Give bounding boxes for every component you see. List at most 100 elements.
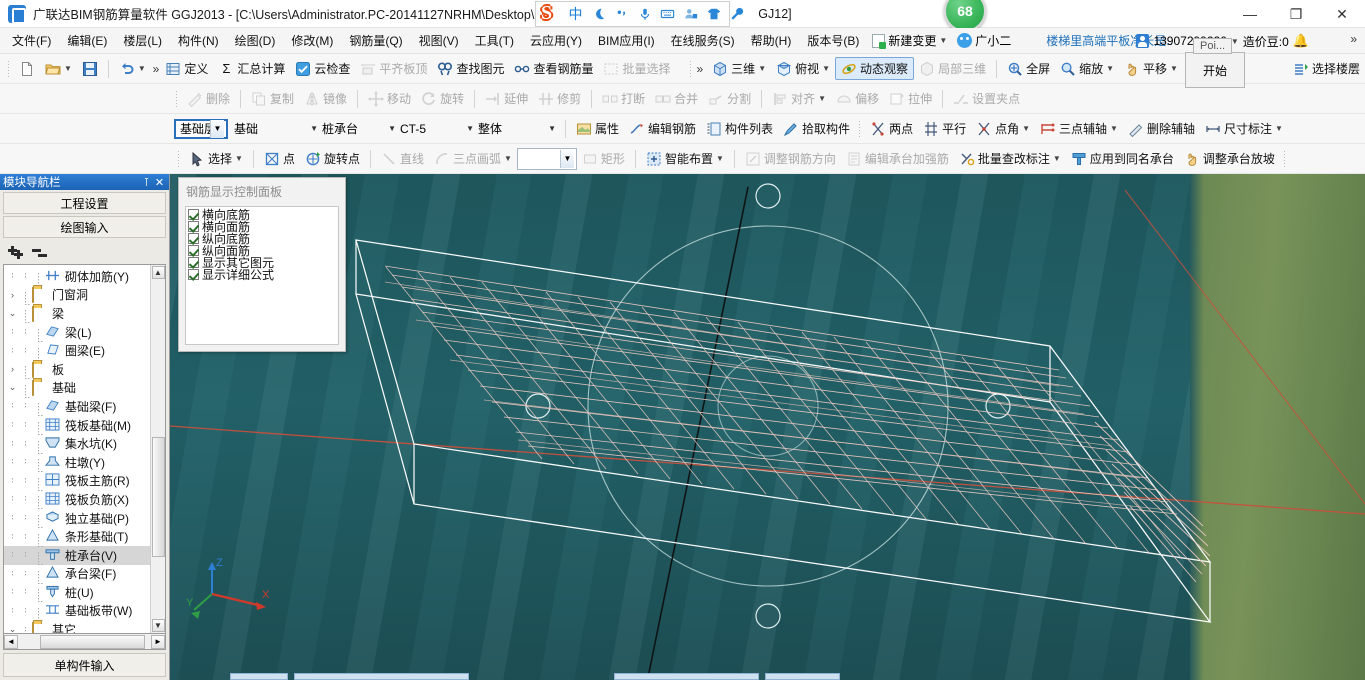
view-3d-button[interactable]: 三维 ▼ — [707, 58, 771, 79]
copy-button[interactable]: 复制 — [246, 88, 299, 109]
tree-toggle-icon[interactable]: ⌄ — [6, 382, 19, 393]
toolbar-modify-grip[interactable] — [175, 89, 179, 108]
batch-select-button[interactable]: 批量选择 — [598, 58, 675, 79]
tree-folder[interactable]: ⌄ 其它 — [4, 620, 150, 633]
delete-axis-button[interactable]: 删除辅轴 — [1123, 118, 1200, 139]
partial-3d-button[interactable]: 局部三维 — [914, 58, 991, 79]
tree-item[interactable]: 筏板负筋(X) — [4, 490, 150, 510]
arc-value-chevron-down-icon[interactable]: ▼ — [559, 149, 574, 168]
checkbox[interactable] — [188, 221, 199, 232]
open-chevron-down-icon[interactable]: ▼ — [64, 64, 72, 73]
scroll-down-button[interactable]: ▼ — [151, 619, 165, 632]
menu-overflow-icon[interactable]: » — [1350, 32, 1357, 46]
ime-moon-icon[interactable] — [588, 4, 609, 25]
checkbox[interactable] — [188, 269, 199, 280]
toolbar-draw-grip[interactable] — [177, 149, 181, 168]
sidebar-tab-drawing-input[interactable]: 绘图输入 — [3, 216, 166, 238]
ime-skin-icon[interactable] — [703, 4, 724, 25]
menu-edit[interactable]: 编辑(E) — [59, 29, 115, 52]
hscroll-track[interactable] — [18, 634, 151, 649]
new-change-button[interactable]: 新建变更 ▼ — [867, 30, 952, 51]
set-grip-button[interactable]: 设置夹点 — [948, 88, 1025, 109]
toolbar-grip[interactable] — [7, 59, 11, 78]
component-type-chevron-down-icon[interactable]: ▼ — [388, 124, 396, 133]
sidebar-tab-project-settings[interactable]: 工程设置 — [3, 192, 166, 214]
tree-item[interactable]: 筏板基础(M) — [4, 416, 150, 436]
checkbox[interactable] — [188, 233, 199, 244]
close-button[interactable]: ✕ — [1319, 0, 1365, 28]
top-view-button[interactable]: 俯视 ▼ — [771, 58, 835, 79]
component-list-button[interactable]: 构件列表 — [701, 118, 778, 139]
tree-item[interactable]: 柱墩(Y) — [4, 453, 150, 473]
menu-bim-app[interactable]: BIM应用(I) — [590, 29, 663, 52]
adjust-cap-slope-button[interactable]: 调整承台放坡 — [1179, 148, 1280, 169]
three-point-axis-button[interactable]: 三点辅轴 ▼ — [1035, 118, 1123, 139]
category-combo[interactable]: 基础 ▼ — [234, 119, 322, 139]
tree-toggle-icon[interactable]: › — [6, 290, 19, 300]
tree-item[interactable]: 桩(U) — [4, 583, 150, 603]
hscroll-thumb[interactable] — [40, 634, 145, 649]
dynamic-observe-button[interactable]: 动态观察 — [835, 57, 915, 80]
pan-button[interactable]: 平移 ▼ — [1119, 58, 1183, 79]
tree-item[interactable]: 圈梁(E) — [4, 341, 150, 361]
merge-button[interactable]: 合并 — [650, 88, 703, 109]
tree-horizontal-scrollbar[interactable]: ◄ ► — [3, 634, 166, 650]
scroll-right-button[interactable]: ► — [151, 634, 165, 649]
tree-item[interactable]: 梁(L) — [4, 323, 150, 343]
tree-folder[interactable]: ⌄ 基础 — [4, 379, 150, 398]
tree-toggle-icon[interactable]: › — [6, 364, 19, 374]
tree-toggle-icon[interactable]: ⌄ — [6, 308, 19, 319]
delete-button[interactable]: 删除 — [182, 88, 235, 109]
menu-view[interactable]: 视图(V) — [411, 29, 467, 52]
mirror-button[interactable]: 镜像 — [299, 88, 352, 109]
toolbar-overflow-mid-icon[interactable]: » — [696, 62, 703, 76]
arc-chevron-down-icon[interactable]: ▼ — [504, 154, 512, 163]
pick-component-button[interactable]: 拾取构件 — [778, 118, 855, 139]
tree-item[interactable]: 筏板主筋(R) — [4, 472, 150, 491]
align-button[interactable]: 对齐 ▼ — [767, 88, 831, 109]
maximize-button[interactable]: ❐ — [1273, 0, 1319, 28]
ime-user-icon[interactable] — [680, 4, 701, 25]
sidebar-tab-single-component-input[interactable]: 单构件输入 — [3, 653, 166, 677]
rotate-button[interactable]: 旋转 — [416, 88, 469, 109]
ime-keyboard-icon[interactable] — [657, 4, 678, 25]
rebar-display-control-panel[interactable]: 钢筋显示控制面板 横向底筋 横向面筋 纵向底筋 纵向面筋 显示其它图元 显示详细公式 — [178, 177, 346, 352]
rebar-checkbox-list[interactable]: 横向底筋 横向面筋 纵向底筋 纵向面筋 显示其它图元 显示详细公式 — [186, 207, 338, 281]
split-button[interactable]: 分割 — [703, 88, 756, 109]
assistant-button[interactable]: 广小二 — [952, 30, 1016, 51]
edit-cap-rebar-button[interactable]: 编辑承台加强筋 — [841, 148, 954, 169]
three-point-arc-button[interactable]: 三点画弧 ▼ — [429, 148, 517, 169]
menu-cloud-app[interactable]: 云应用(Y) — [522, 29, 590, 52]
undo-chevron-down-icon[interactable]: ▼ — [138, 64, 146, 73]
toolbar-axis-grip[interactable] — [858, 119, 863, 138]
dimension-chevron-down-icon[interactable]: ▼ — [1275, 124, 1283, 133]
trim-button[interactable]: 修剪 — [533, 88, 586, 109]
properties-button[interactable]: 属性 — [571, 118, 624, 139]
scroll-left-button[interactable]: ◄ — [4, 634, 18, 649]
select-tool-button[interactable]: 选择 ▼ — [184, 148, 248, 169]
menu-modify[interactable]: 修改(M) — [283, 29, 341, 52]
expand-all-icon[interactable] — [8, 245, 26, 259]
tree-toggle-icon[interactable]: ⌄ — [6, 624, 19, 633]
open-file-button[interactable]: ▼ — [40, 59, 77, 79]
menu-help[interactable]: 帮助(H) — [743, 29, 800, 52]
line-tool-button[interactable]: 直线 — [376, 148, 429, 169]
collapse-all-icon[interactable] — [32, 245, 50, 259]
two-point-button[interactable]: 两点 — [865, 118, 918, 139]
adjust-rebar-direction-button[interactable]: 调整钢筋方向 — [740, 148, 841, 169]
menu-component[interactable]: 构件(N) — [170, 29, 227, 52]
break-button[interactable]: 打断 — [597, 88, 650, 109]
new-file-button[interactable] — [14, 59, 40, 79]
checkbox[interactable] — [188, 209, 199, 220]
rebar-option-row[interactable]: 显示详细公式 — [188, 269, 338, 281]
menu-file[interactable]: 文件(F) — [4, 29, 59, 52]
tree-item[interactable]: 独立基础(P) — [4, 509, 150, 529]
batch-edit-chevron-down-icon[interactable]: ▼ — [1053, 154, 1061, 163]
fullscreen-button[interactable]: 全屏 — [1002, 58, 1055, 79]
align-chevron-down-icon[interactable]: ▼ — [818, 94, 826, 103]
toolbar-grip-2[interactable] — [689, 59, 694, 78]
toolbar-draw-end-grip[interactable] — [1282, 149, 1287, 168]
arc-value-combo[interactable]: ▼ — [516, 147, 577, 170]
ime-toolbar[interactable]: 中 — [535, 1, 743, 27]
component-type-combo[interactable]: 桩承台 ▼ — [322, 119, 400, 139]
